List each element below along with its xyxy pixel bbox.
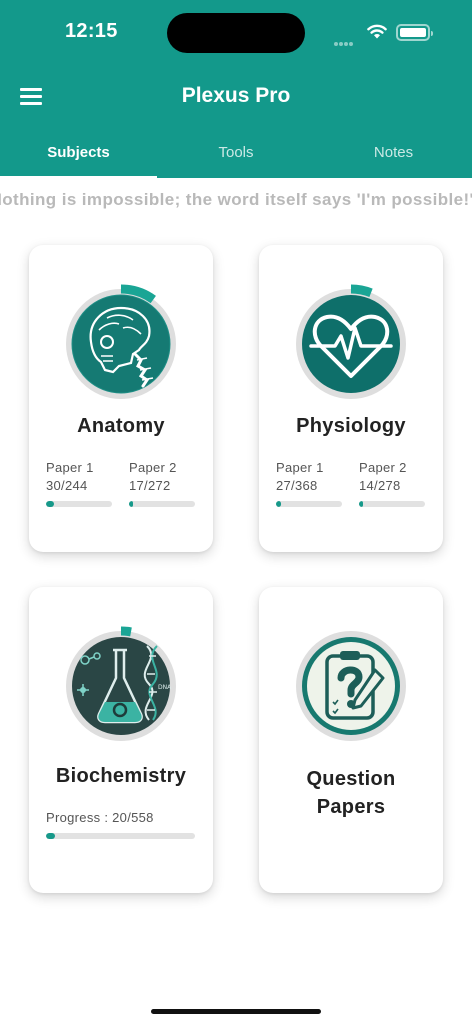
progress-fill [276,501,281,507]
skull-spine-icon [66,284,176,399]
card-title-line-1: Question [306,768,396,790]
question-clipboard-icon [296,631,406,741]
paper-2-progress: Paper 2 14/278 [359,459,425,507]
paper-1-progress: Paper 1 27/368 [276,459,342,507]
tab-tools[interactable]: Tools [157,144,315,161]
paper-count: 27/368 [276,478,318,493]
progress-bar [359,501,425,507]
home-indicator [151,1009,321,1014]
subject-title: Physiology [296,415,406,437]
progress-bar [129,501,195,507]
status-time: 12:15 [65,20,118,42]
flask-dna-icon: DNA [66,626,176,741]
cellular-signal-icon [334,33,354,51]
app-bar: 12:15 Plexus Pro Subjects Tools Notes [0,0,472,178]
dna-label: DNA [158,684,172,691]
paper-2-progress: Paper 2 17/272 [129,459,195,507]
paper-count: 30/244 [46,478,88,493]
card-title-line-2: Papers [316,796,386,818]
tab-subjects[interactable]: Subjects [0,144,157,161]
paper-count: 14/278 [359,478,401,493]
paper-label: Paper 2 [129,460,177,475]
progress-bar [46,833,195,839]
active-tab-indicator [0,176,157,178]
progress-fill [46,833,55,839]
subject-card-anatomy[interactable]: Anatomy Paper 1 30/244 Paper 2 17/272 [29,245,213,552]
subject-card-physiology[interactable]: Physiology Paper 1 27/368 Paper 2 14/278 [259,245,443,552]
question-papers-card[interactable]: Question Papers [259,587,443,893]
status-bar: 12:15 [0,0,472,64]
progress-label: Progress : 20/558 [46,810,154,825]
progress-fill [46,501,55,507]
dynamic-island [167,13,305,53]
paper-label: Paper 1 [46,460,94,475]
wifi-icon [367,24,387,39]
app-title: Plexus Pro [181,84,291,107]
battery-icon [396,24,433,41]
paper-label: Paper 2 [359,460,407,475]
progress-bar [46,501,112,507]
progress-fill [359,501,363,507]
quote-text: Nothing is impossible; the word itself s… [0,190,472,209]
progress-bar [276,501,342,507]
paper-1-progress: Paper 1 30/244 [46,459,112,507]
heartbeat-icon [296,284,406,399]
paper-label: Paper 1 [276,460,324,475]
subject-card-biochemistry[interactable]: DNA Biochemistry Progress : 20/558 [29,587,213,893]
progress-fill [129,501,134,507]
quote-marquee: Nothing is impossible; the word itself s… [0,190,472,214]
subject-title: Biochemistry [55,765,187,787]
subject-title: Anatomy [77,415,165,437]
paper-count: 17/272 [129,478,171,493]
card-title: Question Papers [259,765,443,821]
tab-notes[interactable]: Notes [315,144,472,161]
tab-bar: Subjects Tools Notes [0,132,472,178]
